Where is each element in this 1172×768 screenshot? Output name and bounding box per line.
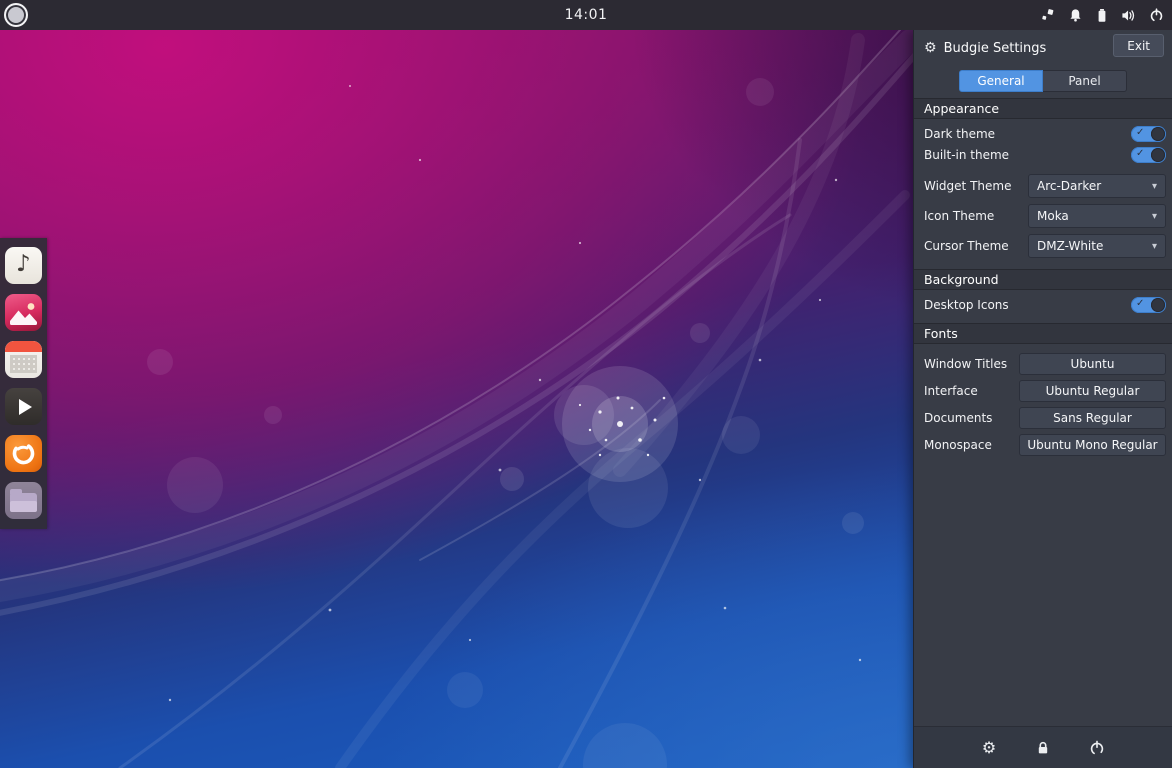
setting-row-cursor-theme: Cursor Theme DMZ-White ▾ <box>914 231 1172 261</box>
dark-theme-toggle[interactable]: ✓ <box>1131 126 1166 142</box>
setting-row-documents: Documents Sans Regular <box>914 404 1172 431</box>
desktop: 14:01 <box>0 0 1172 768</box>
icon-theme-label: Icon Theme <box>924 209 1028 223</box>
play-icon <box>19 399 32 415</box>
widget-theme-label: Widget Theme <box>924 179 1028 193</box>
check-icon: ✓ <box>1136 148 1144 159</box>
exit-button[interactable]: Exit <box>1113 34 1164 57</box>
raven-header: ⚙ Budgie Settings Exit <box>914 34 1172 62</box>
dock-item-video-player[interactable] <box>5 388 42 425</box>
budgie-settings-panel: ⚙ Budgie Settings Exit General Panel App… <box>913 30 1172 768</box>
top-panel: 14:01 <box>0 0 1172 30</box>
icon-theme-value: Moka <box>1037 209 1152 223</box>
section-background: Background <box>914 269 1172 290</box>
dark-theme-label: Dark theme <box>924 127 1131 141</box>
folder-icon <box>10 493 37 512</box>
power-icon <box>1089 740 1105 756</box>
lock-button[interactable] <box>1032 737 1054 759</box>
cursor-theme-dropdown[interactable]: DMZ-White ▾ <box>1028 234 1166 258</box>
photos-icon <box>5 294 42 331</box>
check-icon: ✓ <box>1136 298 1144 309</box>
music-note-icon: ♪ <box>16 253 31 276</box>
notifications-bell-icon[interactable] <box>1067 7 1083 23</box>
dock-item-music[interactable]: ♪ <box>5 247 42 284</box>
dock: ♪ <box>0 238 47 529</box>
setting-row-interface: Interface Ubuntu Regular <box>914 377 1172 404</box>
setting-row-icon-theme: Icon Theme Moka ▾ <box>914 201 1172 231</box>
panel-title: Budgie Settings <box>944 41 1047 56</box>
power-button[interactable] <box>1086 737 1108 759</box>
cursor-theme-value: DMZ-White <box>1037 239 1152 253</box>
battery-icon[interactable] <box>1094 7 1110 23</box>
settings-gear-button[interactable]: ⚙ <box>978 737 1000 759</box>
setting-row-monospace: Monospace Ubuntu Mono Regular <box>914 431 1172 458</box>
built-in-theme-toggle[interactable]: ✓ <box>1131 147 1166 163</box>
documents-label: Documents <box>924 411 1019 425</box>
section-appearance: Appearance <box>914 98 1172 119</box>
chevron-down-icon: ▾ <box>1152 211 1157 222</box>
window-titles-font-button[interactable]: Ubuntu <box>1019 353 1166 375</box>
interface-label: Interface <box>924 384 1019 398</box>
icon-theme-dropdown[interactable]: Moka ▾ <box>1028 204 1166 228</box>
setting-row-widget-theme: Widget Theme Arc-Darker ▾ <box>914 171 1172 201</box>
raven-tabs: General Panel <box>914 70 1172 92</box>
widget-theme-dropdown[interactable]: Arc-Darker ▾ <box>1028 174 1166 198</box>
dock-item-firefox[interactable] <box>5 435 42 472</box>
gear-icon: ⚙ <box>924 40 937 56</box>
dock-item-photos[interactable] <box>5 294 42 331</box>
chevron-down-icon: ▾ <box>1152 181 1157 192</box>
setting-row-dark-theme: Dark theme ✓ <box>914 123 1172 144</box>
section-fonts: Fonts <box>914 323 1172 344</box>
raven-footer: ⚙ <box>914 726 1172 768</box>
dock-item-calendar[interactable] <box>5 341 42 378</box>
firefox-icon <box>5 435 42 472</box>
widget-theme-value: Arc-Darker <box>1037 179 1152 193</box>
volume-icon[interactable] <box>1121 7 1137 23</box>
tab-panel[interactable]: Panel <box>1043 70 1127 92</box>
monospace-label: Monospace <box>924 438 1019 452</box>
window-titles-label: Window Titles <box>924 357 1019 371</box>
dock-item-files[interactable] <box>5 482 42 519</box>
chevron-down-icon: ▾ <box>1152 241 1157 252</box>
check-icon: ✓ <box>1136 127 1144 138</box>
network-icon[interactable] <box>1040 7 1056 23</box>
cursor-theme-label: Cursor Theme <box>924 239 1028 253</box>
calendar-icon <box>5 341 42 352</box>
power-icon[interactable] <box>1148 7 1164 23</box>
lock-icon <box>1035 740 1051 756</box>
setting-row-window-titles: Window Titles Ubuntu <box>914 350 1172 377</box>
panel-clock[interactable]: 14:01 <box>0 7 1172 23</box>
system-tray <box>1040 0 1164 30</box>
documents-font-button[interactable]: Sans Regular <box>1019 407 1166 429</box>
gear-icon: ⚙ <box>982 738 996 757</box>
desktop-icons-label: Desktop Icons <box>924 298 1131 312</box>
monospace-font-button[interactable]: Ubuntu Mono Regular <box>1019 434 1166 456</box>
tab-general[interactable]: General <box>959 70 1043 92</box>
setting-row-built-in-theme: Built-in theme ✓ <box>914 144 1172 165</box>
setting-row-desktop-icons: Desktop Icons ✓ <box>914 294 1172 315</box>
interface-font-button[interactable]: Ubuntu Regular <box>1019 380 1166 402</box>
built-in-theme-label: Built-in theme <box>924 148 1131 162</box>
desktop-icons-toggle[interactable]: ✓ <box>1131 297 1166 313</box>
